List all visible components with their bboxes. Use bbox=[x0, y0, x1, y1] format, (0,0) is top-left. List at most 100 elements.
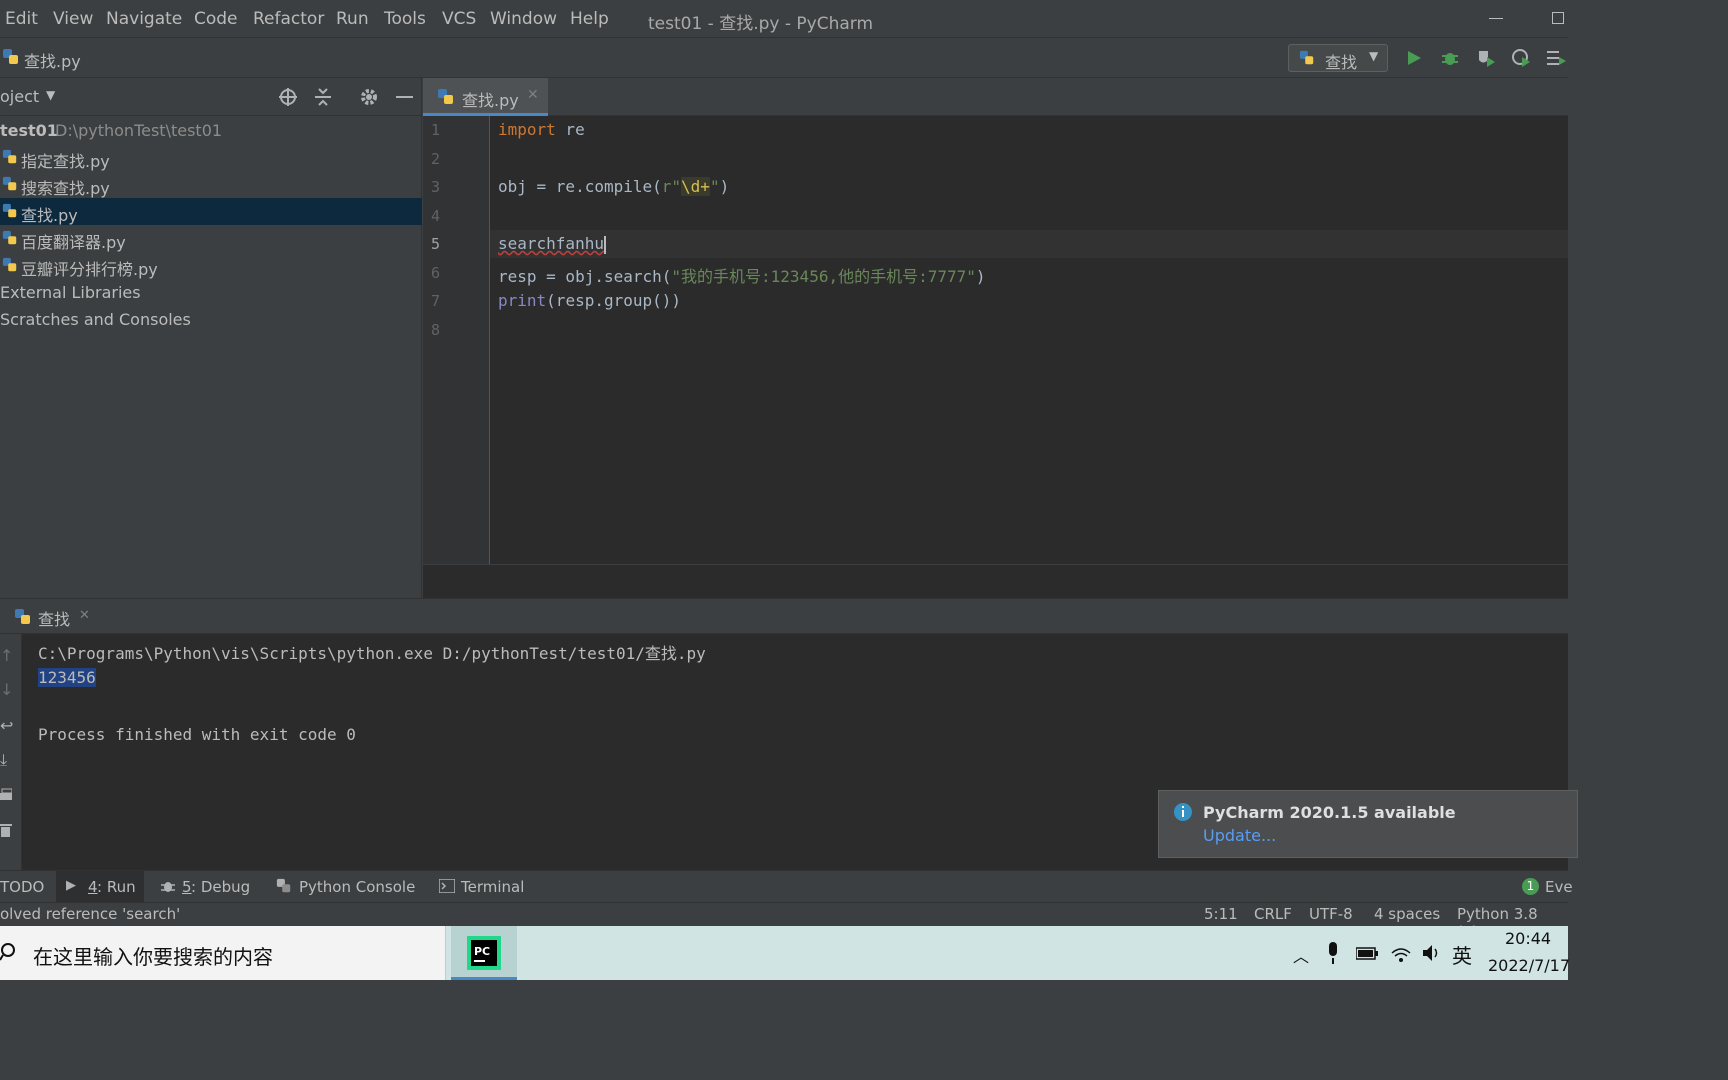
terminal-icon bbox=[439, 879, 455, 893]
line-number: 7 bbox=[431, 292, 441, 310]
debug-icon[interactable] bbox=[1440, 48, 1460, 68]
svg-text:PC: PC bbox=[474, 945, 490, 958]
taskbar-search-box[interactable]: 在这里输入你要搜索的内容 bbox=[0, 926, 446, 980]
status-bar: olved reference 'search' 5:11 CRLF UTF-8… bbox=[0, 902, 1568, 941]
run-list-icon[interactable] bbox=[1546, 49, 1566, 67]
python-file-icon bbox=[2, 257, 18, 273]
search-icon bbox=[0, 942, 20, 964]
tree-file[interactable]: 百度翻译器.py bbox=[0, 225, 422, 252]
project-panel-header: oject ▼ bbox=[0, 78, 422, 116]
scroll-to-end-icon[interactable]: ⤓ bbox=[0, 750, 7, 770]
tool-window-bar: TODO ▶ 4 : Run 5 : Debug Python Console … bbox=[0, 870, 1573, 903]
update-link[interactable]: Update... bbox=[1203, 826, 1276, 845]
run-label: : Run bbox=[97, 878, 136, 896]
regex-escape: \d+ bbox=[681, 177, 710, 196]
soft-wrap-icon[interactable]: ↩ bbox=[0, 716, 13, 735]
editor-tab-bar: 查找.py ✕ bbox=[423, 78, 1568, 116]
chevron-down-icon[interactable]: ▼ bbox=[46, 88, 55, 102]
microphone-icon[interactable] bbox=[1326, 942, 1340, 964]
menu-window[interactable]: Window bbox=[490, 9, 557, 29]
tool-window-terminal[interactable]: Terminal bbox=[461, 878, 524, 896]
clock-time[interactable]: 20:44 bbox=[1505, 929, 1551, 948]
string-literal: "我的手机号:123456,他的手机号:7777" bbox=[671, 267, 976, 286]
run-toolbar: ↑ ↓ ↩ ⤓ bbox=[0, 634, 22, 870]
project-root[interactable]: test01 D:\pythonTest\test01 bbox=[0, 117, 422, 144]
close-icon[interactable]: ✕ bbox=[79, 608, 90, 623]
navigation-bar: 查找.py 查找 ▼ bbox=[0, 38, 1568, 78]
clock-date[interactable]: 2022/7/17 bbox=[1488, 956, 1570, 975]
maximize-button[interactable] bbox=[1552, 12, 1564, 24]
minimize-button[interactable] bbox=[1489, 18, 1503, 19]
tree-external-libraries[interactable]: External Libraries bbox=[0, 279, 422, 306]
tree-file[interactable]: 豆瓣评分排行榜.py bbox=[0, 252, 422, 279]
menu-navigate[interactable]: Navigate bbox=[106, 9, 182, 29]
run-icon[interactable] bbox=[1405, 49, 1423, 67]
close-icon[interactable]: ✕ bbox=[527, 87, 539, 103]
menu-view[interactable]: View bbox=[53, 9, 93, 29]
profile-icon[interactable] bbox=[1511, 48, 1531, 68]
project-view-label[interactable]: oject bbox=[0, 87, 39, 106]
code-line-7[interactable]: print(resp.group()) bbox=[498, 291, 681, 310]
external-libraries-label: External Libraries bbox=[0, 283, 141, 302]
hide-panel-icon[interactable] bbox=[396, 96, 413, 98]
pycharm-icon: PC bbox=[467, 936, 501, 970]
trash-icon[interactable] bbox=[0, 822, 12, 838]
ime-indicator[interactable]: 英 bbox=[1452, 940, 1472, 969]
breadcrumb[interactable]: 查找.py bbox=[24, 48, 81, 72]
line-number: 4 bbox=[431, 207, 441, 225]
editor: 查找.py ✕ 1 2 3 4 5 6 7 8 import re obj = … bbox=[423, 78, 1568, 598]
tree-scratches[interactable]: Scratches and Consoles bbox=[0, 306, 422, 333]
python-icon bbox=[14, 608, 32, 626]
arrow-up-icon[interactable]: ↑ bbox=[0, 646, 13, 665]
tree-file[interactable]: 指定查找.py bbox=[0, 144, 422, 171]
event-count-badge: 1 bbox=[1522, 878, 1539, 895]
code-text: obj = re.compile( bbox=[498, 177, 662, 196]
tool-window-python-console[interactable]: Python Console bbox=[299, 878, 415, 896]
locate-icon[interactable] bbox=[278, 87, 298, 107]
arrow-down-icon[interactable]: ↓ bbox=[0, 680, 13, 699]
line-separator[interactable]: CRLF bbox=[1254, 905, 1292, 923]
menu-help[interactable]: Help bbox=[570, 9, 609, 29]
editor-tab-active[interactable]: 查找.py ✕ bbox=[423, 78, 548, 116]
scratches-label: Scratches and Consoles bbox=[0, 310, 191, 329]
code-line-3[interactable]: obj = re.compile(r"\d+") bbox=[498, 177, 729, 196]
menu-bar: Edit View Navigate Code Refactor Run Too… bbox=[0, 0, 1568, 38]
tool-window-todo[interactable]: TODO bbox=[0, 878, 44, 896]
menu-refactor[interactable]: Refactor bbox=[253, 9, 324, 29]
menu-code[interactable]: Code bbox=[194, 9, 238, 29]
debug-label[interactable]: : Debug bbox=[191, 878, 250, 896]
code-line-1[interactable]: import re bbox=[498, 120, 585, 139]
wifi-icon[interactable] bbox=[1390, 943, 1412, 963]
tree-file-selected[interactable]: 查找.py bbox=[0, 198, 422, 225]
tree-file-label: 查找.py bbox=[21, 206, 78, 225]
project-root-path: D:\pythonTest\test01 bbox=[55, 121, 223, 140]
run-tab-label[interactable]: 查找 bbox=[38, 606, 70, 630]
coverage-icon[interactable] bbox=[1476, 48, 1496, 68]
tool-window-run[interactable]: ▶ 4 : Run bbox=[56, 871, 144, 903]
tool-window-event-log[interactable]: Eve bbox=[1545, 878, 1573, 896]
run-config-dropdown[interactable]: 查找 ▼ bbox=[1288, 44, 1388, 72]
code-line-6[interactable]: resp = obj.search("我的手机号:123456,他的手机号:77… bbox=[498, 263, 986, 287]
tree-file[interactable]: 搜索查找.py bbox=[0, 171, 422, 198]
python-icon bbox=[1299, 50, 1315, 66]
taskbar-pycharm-app[interactable]: PC bbox=[451, 926, 517, 980]
volume-icon[interactable] bbox=[1421, 943, 1443, 963]
keyword: import bbox=[498, 120, 556, 139]
menu-tools[interactable]: Tools bbox=[384, 9, 426, 29]
menu-vcs[interactable]: VCS bbox=[442, 9, 476, 29]
code-text: ) bbox=[975, 267, 986, 286]
code-line-5[interactable]: searchfanhu bbox=[498, 234, 606, 254]
indent-setting[interactable]: 4 spaces bbox=[1374, 905, 1440, 923]
code-text: (resp.group()) bbox=[546, 291, 682, 310]
file-encoding[interactable]: UTF-8 bbox=[1309, 905, 1353, 923]
menu-edit[interactable]: Edit bbox=[5, 9, 38, 29]
gear-icon[interactable] bbox=[359, 87, 379, 107]
line-number-gutter: 1 2 3 4 5 6 7 8 bbox=[423, 116, 490, 564]
collapse-all-icon[interactable] bbox=[314, 87, 332, 107]
caret-position[interactable]: 5:11 bbox=[1204, 905, 1238, 923]
chevron-up-icon[interactable]: ︿ bbox=[1293, 943, 1309, 967]
battery-icon[interactable] bbox=[1356, 945, 1378, 961]
print-icon[interactable] bbox=[0, 788, 12, 804]
unresolved-reference: searchfanhu bbox=[498, 234, 604, 253]
menu-run[interactable]: Run bbox=[336, 9, 369, 29]
